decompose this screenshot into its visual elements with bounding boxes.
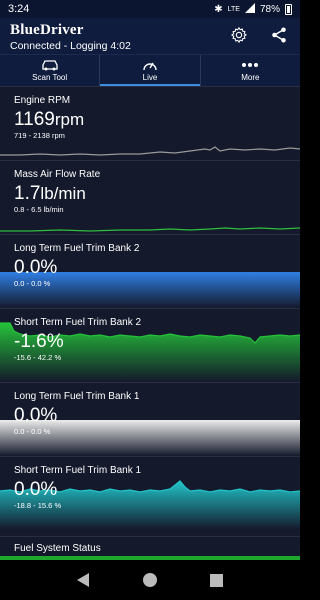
maf-graph-line [0, 227, 300, 232]
pid-card-engine-rpm[interactable]: Engine RPM 1169rpm 719 - 2138 rpm [0, 86, 300, 159]
pid-card-fuel-system-status[interactable]: Fuel System Status [0, 536, 300, 560]
pid-name: Long Term Fuel Trim Bank 2 [14, 243, 140, 254]
gear-icon[interactable] [230, 26, 248, 44]
battery-level: 78% [259, 3, 280, 15]
live-data-list[interactable]: Engine RPM 1169rpm 719 - 2138 rpm Mass A… [0, 86, 300, 560]
system-nav-bar [0, 560, 300, 600]
pid-range: -18.8 - 15.6 % [14, 501, 62, 510]
pid-name: Fuel System Status [14, 543, 101, 554]
tab-label: Scan Tool [32, 73, 68, 82]
connection-status: Connected - Logging 4:02 [10, 40, 131, 52]
app-brand: BlueDriver [10, 22, 84, 38]
pid-card-stft-b1[interactable]: Short Term Fuel Trim Bank 1 0.0% -18.8 -… [0, 456, 300, 530]
pid-name: Short Term Fuel Trim Bank 1 [14, 465, 142, 476]
pid-value: 0.0% [14, 479, 58, 500]
app-bar: BlueDriver Connected - Logging 4:02 [0, 18, 300, 54]
tab-live[interactable]: Live [100, 55, 201, 86]
more-icon [241, 58, 259, 72]
tab-more[interactable]: More [201, 55, 300, 86]
tab-label: More [241, 73, 260, 82]
pid-name: Long Term Fuel Trim Bank 1 [14, 391, 140, 402]
signal-icon [244, 2, 255, 16]
car-icon [41, 58, 59, 72]
pid-value: 0.0% [14, 257, 58, 278]
rpm-graph-line [0, 146, 300, 156]
pid-value: -1.6% [14, 331, 64, 352]
status-bar: 3:24 ✱ LTE 78% [0, 0, 300, 18]
tab-scan-tool[interactable]: Scan Tool [0, 55, 101, 86]
share-icon[interactable] [270, 26, 288, 44]
pid-card-ltft-b1[interactable]: Long Term Fuel Trim Bank 1 0.0% 0.0 - 0.… [0, 382, 300, 456]
pid-value: 0.0% [14, 405, 58, 426]
tab-label: Live [142, 73, 158, 82]
pid-name: Short Term Fuel Trim Bank 2 [14, 317, 142, 328]
pid-card-maf[interactable]: Mass Air Flow Rate 1.7lb/min 0.8 - 6.5 l… [0, 160, 300, 233]
network-type: LTE [227, 5, 240, 13]
pid-range: 0.0 - 0.0 % [14, 427, 51, 436]
bluetooth-icon: ✱ [214, 3, 223, 15]
pid-value: 1169rpm [14, 109, 85, 130]
back-icon[interactable] [73, 570, 93, 590]
pid-range: 0.8 - 6.5 lb/min [14, 205, 64, 214]
gauge-icon [142, 58, 158, 72]
pid-value: 1.7lb/min [14, 183, 86, 204]
pid-range: 719 - 2138 rpm [14, 131, 65, 140]
pid-range: 0.0 - 0.0 % [14, 279, 51, 288]
status-time: 3:24 [8, 3, 30, 15]
battery-icon [285, 3, 292, 15]
pid-range: -15.6 - 42.2 % [14, 353, 62, 362]
pid-name: Mass Air Flow Rate [14, 169, 101, 180]
pid-card-stft-b2[interactable]: Short Term Fuel Trim Bank 2 -1.6% -15.6 … [0, 308, 300, 382]
recents-icon[interactable] [207, 570, 227, 590]
tab-bar: Scan Tool Live More [0, 54, 300, 86]
pid-card-ltft-b2[interactable]: Long Term Fuel Trim Bank 2 0.0% 0.0 - 0.… [0, 234, 300, 308]
home-icon[interactable] [140, 570, 160, 590]
status-icons: ✱ LTE 78% [214, 2, 292, 16]
pid-name: Engine RPM [14, 95, 71, 106]
